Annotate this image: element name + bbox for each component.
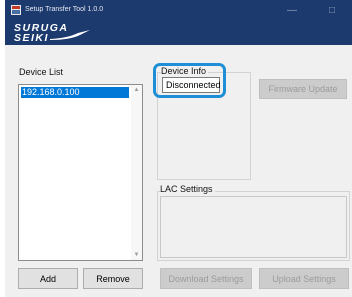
upload-settings-button[interactable]: Upload Settings: [259, 268, 349, 289]
device-list-label: Device List: [19, 67, 64, 77]
device-listbox[interactable]: 192.168.0.100 ▲ ▼: [18, 84, 143, 261]
lac-settings-area: [160, 196, 347, 258]
brand-banner: SURUGA SEIKI: [5, 21, 352, 45]
add-button[interactable]: Add: [18, 268, 78, 289]
highlight-callout: [153, 63, 226, 98]
app-icon: [11, 5, 21, 15]
logo-swoosh-icon: [50, 30, 90, 40]
scroll-down-arrow-icon[interactable]: ▼: [131, 250, 142, 260]
minimize-button[interactable]: —: [272, 0, 312, 21]
app-window: Setup Transfer Tool 1.0.0 — □ SURUGA SEI…: [5, 0, 352, 297]
firmware-update-button[interactable]: Firmware Update: [259, 79, 347, 99]
device-list-scrollbar[interactable]: ▲ ▼: [131, 85, 142, 260]
remove-button[interactable]: Remove: [83, 268, 143, 289]
logo-line2: SEIKI: [14, 32, 49, 44]
title-bar: Setup Transfer Tool 1.0.0 — □: [5, 0, 352, 21]
download-settings-button[interactable]: Download Settings: [160, 268, 252, 289]
device-list-item[interactable]: 192.168.0.100: [21, 87, 129, 98]
lac-settings-label: LAC Settings: [160, 184, 215, 195]
window-title: Setup Transfer Tool 1.0.0: [25, 6, 104, 13]
scroll-up-arrow-icon[interactable]: ▲: [131, 85, 142, 95]
maximize-button[interactable]: □: [312, 0, 352, 21]
suruga-seiki-logo: SURUGA SEIKI: [14, 23, 92, 43]
